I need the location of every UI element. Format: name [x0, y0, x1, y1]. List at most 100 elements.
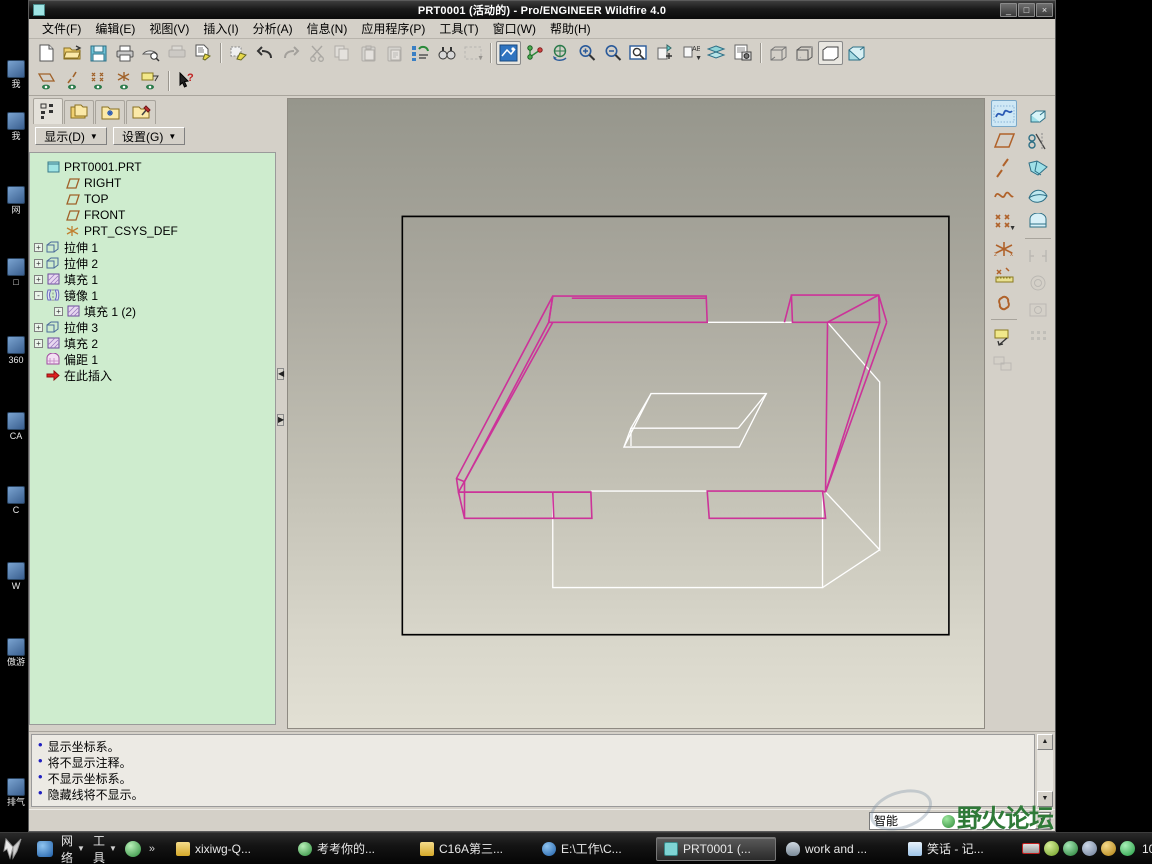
- tree-item-right[interactable]: RIGHT: [34, 175, 271, 191]
- scroll-down-button[interactable]: ▼: [1037, 791, 1053, 807]
- datum-plane-icon[interactable]: [991, 127, 1017, 154]
- tree-expander[interactable]: +: [34, 339, 43, 348]
- task-item[interactable]: xixiwg-Q...: [168, 837, 288, 861]
- repaint-icon[interactable]: [496, 41, 521, 65]
- desktop-icon[interactable]: □: [2, 258, 30, 287]
- minimize-button[interactable]: _: [1000, 3, 1017, 17]
- chevron-right-icon[interactable]: »: [149, 843, 155, 855]
- maximize-button[interactable]: □: [1018, 3, 1035, 17]
- datum-csys-display-icon[interactable]: [112, 69, 137, 93]
- tree-item-insert-here[interactable]: 在此插入: [34, 367, 271, 383]
- scroll-track[interactable]: [1037, 750, 1053, 791]
- find-icon[interactable]: [434, 41, 459, 65]
- sash-collapse-left[interactable]: ◀: [277, 368, 284, 380]
- keyboard-tray-icon[interactable]: [1022, 843, 1040, 854]
- tree-expander[interactable]: +: [34, 243, 43, 252]
- tree-expander[interactable]: +: [34, 275, 43, 284]
- taskbar-clock[interactable]: 10:20: [1142, 842, 1152, 856]
- message-list[interactable]: • 显示坐标系。 • 将不显示注释。 • 不显示坐标系。 • 隐藏线将不显示。: [31, 734, 1035, 807]
- quick-launch-more[interactable]: »: [146, 835, 158, 863]
- tree-item-mirror-1[interactable]: - 镜像 1: [34, 287, 271, 303]
- blend-icon[interactable]: [1025, 154, 1051, 181]
- new-file-icon[interactable]: [34, 41, 59, 65]
- datum-point-icon[interactable]: ▼: [991, 208, 1017, 235]
- desktop-icon[interactable]: 我: [2, 60, 30, 89]
- sash-expand-right[interactable]: ▶: [277, 414, 284, 426]
- tree-item-top[interactable]: TOP: [34, 191, 271, 207]
- help-cursor-icon[interactable]: ?: [174, 69, 199, 93]
- datum-csys-icon[interactable]: zx: [991, 235, 1017, 262]
- datum-display-icon[interactable]: [652, 41, 677, 65]
- print-icon[interactable]: [112, 41, 137, 65]
- hidden-line-icon[interactable]: [792, 41, 817, 65]
- close-button[interactable]: ×: [1036, 3, 1053, 17]
- datum-axis-icon[interactable]: [991, 154, 1017, 181]
- quick-launch-network[interactable]: 网络 ▼: [58, 835, 88, 863]
- tree-item-extrude-3[interactable]: + 拉伸 3: [34, 319, 271, 335]
- menu-help[interactable]: 帮助(H): [543, 18, 598, 39]
- tree-item-offset-1[interactable]: 偏距 1: [34, 351, 271, 367]
- desktop-icon[interactable]: C: [2, 486, 30, 515]
- zoom-in-icon[interactable]: [574, 41, 599, 65]
- model-wireframe[interactable]: [288, 99, 984, 728]
- regenerate-icon[interactable]: [408, 41, 433, 65]
- datum-plane-display-icon[interactable]: [34, 69, 59, 93]
- tree-item-front[interactable]: FRONT: [34, 207, 271, 223]
- surface-icon[interactable]: [1025, 181, 1051, 208]
- task-item[interactable]: 考考你的...: [290, 837, 410, 861]
- quick-launch-tools[interactable]: 工具 ▼: [90, 835, 120, 863]
- chevron-down-icon[interactable]: ▼: [1035, 813, 1050, 829]
- edit-note-icon[interactable]: [190, 41, 215, 65]
- zoom-out-icon[interactable]: [600, 41, 625, 65]
- shaded-icon[interactable]: [844, 41, 869, 65]
- wireframe-icon[interactable]: [766, 41, 791, 65]
- settings-button[interactable]: 设置(G) ▼: [113, 127, 185, 145]
- refit-icon[interactable]: [626, 41, 651, 65]
- menu-edit[interactable]: 编辑(E): [88, 18, 142, 39]
- saved-view-icon[interactable]: [730, 41, 755, 65]
- sketch-curve-icon[interactable]: [991, 100, 1017, 127]
- tree-item-fill-2[interactable]: + 填充 2: [34, 335, 271, 351]
- chevron-down-icon[interactable]: ▼: [109, 844, 117, 853]
- menu-view[interactable]: 视图(V): [142, 18, 196, 39]
- graphics-window[interactable]: [285, 96, 987, 731]
- analysis-feature-icon[interactable]: [991, 262, 1017, 289]
- desktop-icon[interactable]: 排气: [2, 778, 30, 807]
- antivirus-tray-icon[interactable]: [1044, 841, 1059, 856]
- menu-insert[interactable]: 插入(I): [196, 18, 245, 39]
- orientation-icon[interactable]: [548, 41, 573, 65]
- tree-expander[interactable]: +: [34, 259, 43, 268]
- erase-icon[interactable]: [226, 41, 251, 65]
- tree-item-fill-1-2[interactable]: + 填充 1 (2): [34, 303, 271, 319]
- tree-expander[interactable]: +: [54, 307, 63, 316]
- message-scrollbar[interactable]: ▲ ▼: [1037, 734, 1053, 807]
- task-item[interactable]: C16A第三...: [412, 837, 532, 861]
- annotation-icon[interactable]: AB ▼: [678, 41, 703, 65]
- tab-connections[interactable]: [126, 100, 156, 124]
- undo-icon[interactable]: [252, 41, 277, 65]
- spin-center-icon[interactable]: [522, 41, 547, 65]
- reference-icon[interactable]: [991, 289, 1017, 316]
- navigator-sash[interactable]: ◀ ▶: [276, 96, 285, 731]
- datum-axis-display-icon[interactable]: [60, 69, 85, 93]
- datum-curve-icon[interactable]: [991, 181, 1017, 208]
- no-hidden-icon[interactable]: [818, 41, 843, 65]
- tree-expander[interactable]: +: [34, 323, 43, 332]
- menu-window[interactable]: 窗口(W): [486, 18, 543, 39]
- show-button[interactable]: 显示(D) ▼: [35, 127, 107, 145]
- quick-launch-ie[interactable]: [34, 835, 56, 863]
- tree-item-fill-1[interactable]: + 填充 1: [34, 271, 271, 287]
- tab-model-tree[interactable]: [33, 98, 63, 124]
- task-item[interactable]: 笑话 - 记...: [900, 837, 1020, 861]
- start-button[interactable]: [2, 835, 32, 863]
- menu-applications[interactable]: 应用程序(P): [354, 18, 432, 39]
- model-tree[interactable]: PRT0001.PRT RIGHT TOP FRONT: [29, 152, 276, 725]
- guard-tray-icon[interactable]: [1120, 841, 1135, 856]
- menu-analysis[interactable]: 分析(A): [246, 18, 300, 39]
- tab-folder-browser[interactable]: [64, 100, 94, 124]
- extrude-icon[interactable]: [991, 323, 1017, 350]
- tree-item-csys[interactable]: PRT_CSYS_DEF: [34, 223, 271, 239]
- tree-item-part[interactable]: PRT0001.PRT: [34, 159, 271, 175]
- open-file-icon[interactable]: [60, 41, 85, 65]
- save-icon[interactable]: [86, 41, 111, 65]
